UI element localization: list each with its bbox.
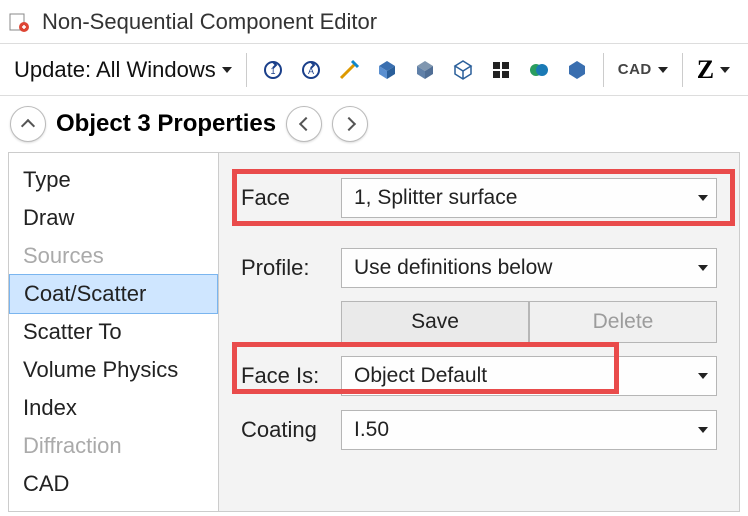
toolbar: Update: All Windows 1 A CAD Z — [0, 44, 748, 96]
caret-down-icon — [698, 427, 708, 433]
faceis-label: Face Is: — [241, 363, 341, 389]
z-dropdown[interactable]: Z — [693, 53, 734, 87]
chevron-left-icon — [299, 117, 313, 131]
save-button[interactable]: Save — [341, 301, 529, 343]
grid-icon[interactable] — [485, 54, 517, 86]
profile-row: Profile: Use definitions below — [241, 247, 717, 289]
cad-dropdown[interactable]: CAD — [614, 59, 672, 80]
face-dropdown[interactable]: 1, Splitter surface — [341, 178, 717, 218]
toolbar-separator — [682, 53, 683, 87]
z-label: Z — [697, 55, 714, 85]
wireframe-cube-icon[interactable] — [447, 54, 479, 86]
faceis-row: Face Is: Object Default — [241, 355, 717, 397]
shaded-cube-icon[interactable] — [409, 54, 441, 86]
next-object-button[interactable] — [332, 106, 368, 142]
coating-row: Coating I.50 — [241, 409, 717, 451]
profile-buttons: Save Delete — [341, 301, 717, 343]
profile-value: Use definitions below — [354, 256, 552, 280]
caret-down-icon — [698, 265, 708, 271]
object-3d-icon[interactable] — [371, 54, 403, 86]
collapse-button[interactable] — [10, 106, 46, 142]
properties-title: Object 3 Properties — [56, 110, 276, 138]
caret-down-icon — [720, 67, 730, 73]
refresh-single-icon[interactable]: 1 — [257, 54, 289, 86]
delete-button: Delete — [529, 301, 717, 343]
titlebar: Non-Sequential Component Editor — [0, 0, 748, 44]
cad-label: CAD — [618, 61, 652, 78]
face-row: Face 1, Splitter surface — [241, 177, 717, 219]
prev-object-button[interactable] — [286, 106, 322, 142]
sidebar-item-index[interactable]: Index — [9, 389, 218, 427]
hexagon-icon[interactable] — [561, 54, 593, 86]
tilt-icon[interactable] — [333, 54, 365, 86]
sidebar-item-sources: Sources — [9, 237, 218, 275]
sidebar-item-volume-physics[interactable]: Volume Physics — [9, 351, 218, 389]
properties-header: Object 3 Properties — [0, 96, 748, 152]
caret-down-icon — [698, 195, 708, 201]
window-title: Non-Sequential Component Editor — [42, 9, 377, 35]
profile-dropdown[interactable]: Use definitions below — [341, 248, 717, 288]
sidebar-item-cad[interactable]: CAD — [9, 465, 218, 503]
svg-text:A: A — [308, 66, 314, 76]
sidebar-item-scatter-to[interactable]: Scatter To — [9, 313, 218, 351]
save-label: Save — [411, 310, 459, 334]
caret-down-icon — [222, 67, 232, 73]
update-label: Update: All Windows — [14, 57, 216, 83]
caret-down-icon — [698, 373, 708, 379]
delete-label: Delete — [593, 310, 654, 334]
coating-dropdown[interactable]: I.50 — [341, 410, 717, 450]
face-label: Face — [241, 185, 341, 211]
form-panel: Face 1, Splitter surface Profile: Use de… — [219, 153, 739, 511]
toolbar-separator — [603, 53, 604, 87]
sidebar-item-type[interactable]: Type — [9, 161, 218, 199]
sidebar-item-coat-scatter[interactable]: Coat/Scatter — [9, 274, 218, 314]
chevron-right-icon — [342, 117, 356, 131]
sidebar-item-diffraction: Diffraction — [9, 427, 218, 465]
caret-down-icon — [658, 67, 668, 73]
sidebar: Type Draw Sources Coat/Scatter Scatter T… — [9, 153, 219, 511]
svg-text:1: 1 — [270, 66, 275, 76]
coating-label: Coating — [241, 417, 341, 443]
sidebar-item-draw[interactable]: Draw — [9, 199, 218, 237]
chevron-up-icon — [21, 119, 35, 133]
update-dropdown[interactable]: Update: All Windows — [10, 55, 236, 85]
overlap-icon[interactable] — [523, 54, 555, 86]
properties-body: Type Draw Sources Coat/Scatter Scatter T… — [8, 152, 740, 512]
face-value: 1, Splitter surface — [354, 186, 517, 210]
app-icon — [8, 11, 30, 33]
refresh-all-icon[interactable]: A — [295, 54, 327, 86]
faceis-value: Object Default — [354, 364, 487, 388]
profile-label: Profile: — [241, 255, 341, 281]
toolbar-separator — [246, 53, 247, 87]
coating-value: I.50 — [354, 418, 389, 442]
faceis-dropdown[interactable]: Object Default — [341, 356, 717, 396]
